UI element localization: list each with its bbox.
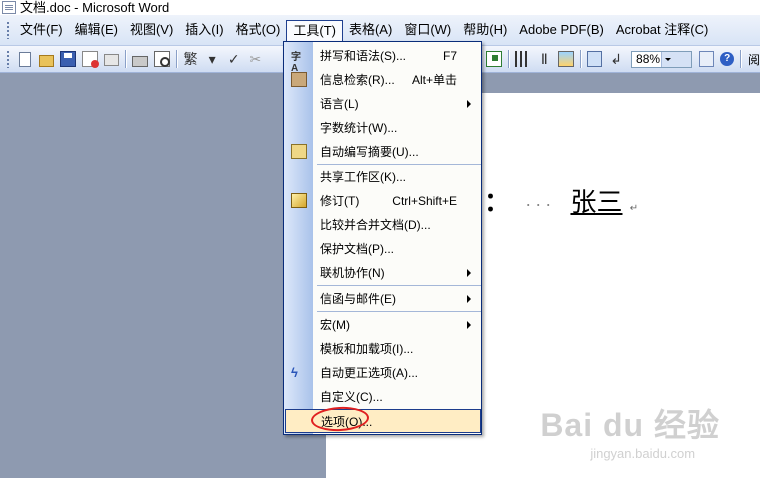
columns-icon[interactable] (514, 51, 531, 67)
research-icon (291, 72, 307, 87)
menu-item-research[interactable]: 信息检索(R)... Alt+单击 (285, 68, 481, 91)
menu-item-spelling[interactable]: 字A 拼写和语法(S)... F7 (285, 44, 481, 75)
submenu-arrow-icon (467, 100, 471, 108)
submenu-arrow-icon (467, 295, 471, 303)
permission-icon[interactable] (82, 51, 99, 68)
menu-item-letters-mailings[interactable]: 信函与邮件(E) (285, 287, 481, 310)
menu-format[interactable]: 格式(O) (230, 20, 287, 40)
menu-item-compare-merge[interactable]: 比较并合并文档(D)... (285, 213, 481, 236)
print-icon[interactable] (132, 55, 149, 67)
watermark-brand: Bai du 经验 (540, 407, 720, 443)
spelling-grammar-icon[interactable]: ✓ (226, 51, 242, 67)
reading-mode-icon[interactable] (698, 51, 715, 67)
menu-item-autosummarize[interactable]: 自动编写摘要(U)... (285, 140, 481, 163)
toolbar-separator (125, 50, 127, 68)
toolbar-separator (507, 50, 509, 68)
tools-menu-dropdown: 字A 拼写和语法(S)... F7 信息检索(R)... Alt+单击 语言(L… (283, 41, 482, 435)
menu-help[interactable]: 帮助(H) (457, 20, 513, 40)
document-gray-margin (0, 73, 326, 478)
show-hide-icon[interactable] (586, 51, 603, 67)
track-changes-icon (291, 193, 307, 208)
toolbar-separator (579, 50, 581, 68)
menu-separator (317, 285, 481, 286)
watermark: Bai du 经验 jingyan.baidu.com (540, 400, 720, 461)
document-text-line[interactable]: ： ··· 张三 ↵ (484, 182, 638, 219)
zoom-value: 88% (636, 52, 661, 66)
autocorrect-icon: ϟ (291, 365, 298, 380)
document-map-icon[interactable] (558, 51, 574, 67)
open-folder-icon[interactable] (38, 54, 55, 67)
paragraph-mark: ↵ (629, 203, 639, 214)
drawing-icon[interactable]: Ⅱ (536, 51, 552, 67)
menu-view[interactable]: 视图(V) (124, 20, 179, 40)
doc-colon: ： (484, 187, 511, 217)
menu-tools[interactable]: 工具(T) (286, 20, 343, 41)
menu-table[interactable]: 表格(A) (343, 20, 398, 40)
menu-acrobat-comments[interactable]: Acrobat 注释(C) (610, 20, 714, 40)
window-title: 文档.doc - Microsoft Word (20, 0, 170, 15)
menu-grip-handle[interactable] (6, 21, 10, 39)
menu-item-language[interactable]: 语言(L) (285, 92, 481, 115)
toolbar-separator (175, 50, 177, 68)
title-bar: 文档.doc - Microsoft Word (0, 0, 760, 15)
menu-adobe-pdf[interactable]: Adobe PDF(B) (513, 20, 610, 40)
doc-name: 张三 (570, 187, 623, 217)
spelling-icon: 字A (291, 52, 301, 74)
submenu-arrow-icon (467, 321, 471, 329)
read-button-label[interactable]: 阅 (748, 51, 760, 68)
help-icon[interactable]: ? (720, 52, 734, 66)
menu-item-customize[interactable]: 自定义(C)... (285, 385, 481, 408)
menu-insert[interactable]: 插入(I) (179, 20, 229, 40)
menu-separator (317, 311, 481, 312)
menu-window[interactable]: 窗口(W) (398, 20, 457, 40)
document-icon (2, 1, 16, 14)
print-preview-icon[interactable] (154, 51, 170, 67)
menu-item-track-changes[interactable]: 修订(T) Ctrl+Shift+E (285, 189, 481, 212)
cut-icon[interactable]: ✂ (248, 51, 264, 67)
toolbar-grip-handle[interactable] (6, 50, 10, 68)
doc-space-dots: ··· (525, 193, 556, 214)
email-icon[interactable] (103, 54, 120, 66)
menu-item-templates-addins[interactable]: 模板和加载项(I)... (285, 337, 481, 360)
save-icon[interactable] (60, 51, 77, 67)
dropdown-arrow-icon[interactable]: ▾ (204, 51, 220, 67)
submenu-arrow-icon (467, 269, 471, 277)
traditional-chinese-button[interactable]: 繁 (183, 51, 199, 67)
autosummary-icon (291, 144, 307, 159)
toolbar-separator (740, 50, 741, 68)
zoom-dropdown-icon[interactable] (660, 51, 691, 67)
menu-edit[interactable]: 编辑(E) (69, 20, 124, 40)
menu-item-autocorrect-options[interactable]: ϟ 自动更正选项(A)... (285, 361, 481, 384)
menu-file[interactable]: 文件(F) (14, 20, 69, 40)
menu-item-shared-workspace[interactable]: 共享工作区(K)... (285, 165, 481, 188)
new-document-icon[interactable] (18, 51, 31, 67)
paragraph-mark-icon[interactable]: ↲ (608, 51, 624, 67)
menu-item-word-count[interactable]: 字数统计(W)... (285, 116, 481, 139)
menu-item-protect-document[interactable]: 保护文档(P)... (285, 237, 481, 260)
insert-excel-icon[interactable] (486, 51, 502, 67)
watermark-url: jingyan.baidu.com (590, 446, 696, 461)
zoom-select[interactable]: 88% (631, 50, 692, 68)
menu-item-macro[interactable]: 宏(M) (285, 313, 481, 336)
menu-item-online-collaboration[interactable]: 联机协作(N) (285, 261, 481, 284)
